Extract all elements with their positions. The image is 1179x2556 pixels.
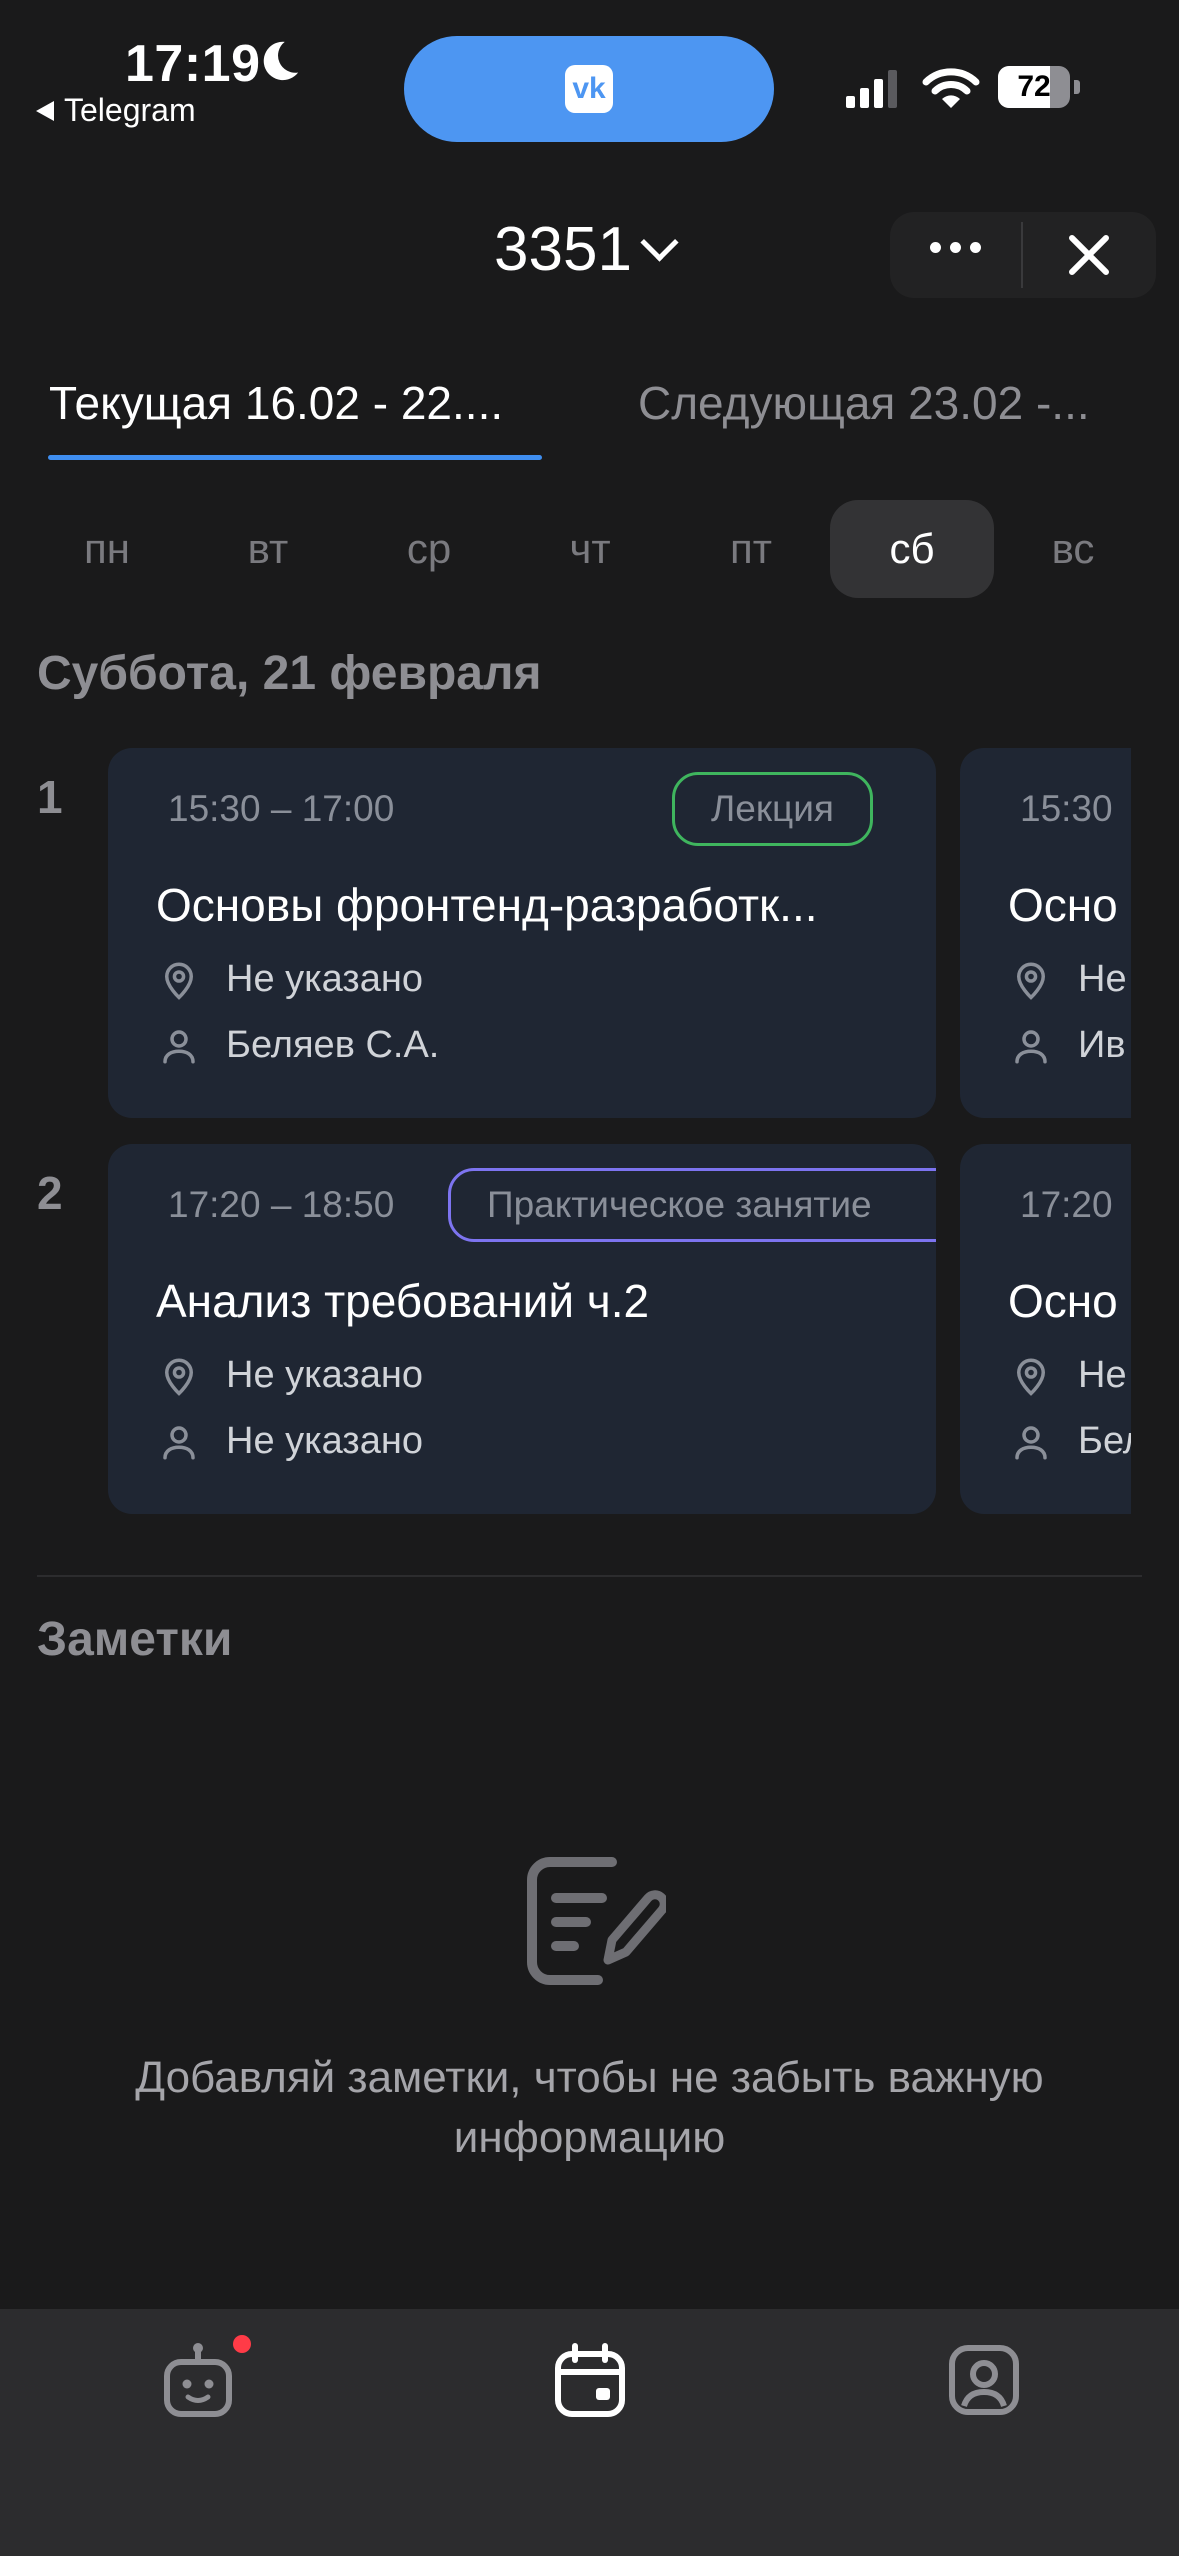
lesson-teacher: Ив xyxy=(1010,1024,1126,1067)
date-title: Суббота, 21 февраля xyxy=(37,647,542,700)
calendar-icon[interactable] xyxy=(550,2340,630,2420)
tab-underline xyxy=(48,455,542,460)
location-pin-icon xyxy=(164,962,194,1000)
profile-icon[interactable] xyxy=(944,2340,1024,2420)
location-pin-icon xyxy=(1016,962,1046,1000)
bot-icon[interactable] xyxy=(158,2340,238,2420)
day-sat[interactable]: сб xyxy=(830,500,994,598)
lesson-teacher: Не указано xyxy=(158,1420,423,1463)
day-tue[interactable]: вт xyxy=(186,500,350,598)
battery-tip xyxy=(1074,80,1080,94)
lesson-card[interactable]: 15:30 Осно Не Ив xyxy=(960,748,1131,1118)
header-divider xyxy=(1021,222,1023,288)
day-fri[interactable]: пт xyxy=(669,500,833,598)
tab-current-week[interactable]: Текущая 16.02 - 22.... xyxy=(49,376,503,430)
group-name: 3351 xyxy=(494,215,632,284)
lesson-card[interactable]: 17:20 – 18:50 Практическое занятие Анали… xyxy=(108,1144,936,1514)
location-pin-icon xyxy=(1016,1358,1046,1396)
lesson-number: 1 xyxy=(37,771,63,823)
more-icon[interactable] xyxy=(930,242,981,253)
vk-logo-icon: vk xyxy=(565,65,613,113)
lesson-time: 15:30 xyxy=(1020,788,1113,829)
lesson-teacher: Бел xyxy=(1010,1420,1131,1463)
lesson-card[interactable]: 15:30 – 17:00 Лекция Основы фронтенд-раз… xyxy=(108,748,936,1118)
status-time: 17:19 xyxy=(125,35,261,93)
group-selector[interactable]: 3351 xyxy=(494,214,679,285)
day-wed[interactable]: ср xyxy=(347,500,511,598)
person-icon xyxy=(163,1029,195,1063)
tab-next-week[interactable]: Следующая 23.02 -... xyxy=(638,376,1090,430)
close-icon[interactable] xyxy=(1064,230,1114,280)
lesson-title: Осно xyxy=(1008,879,1118,931)
lesson-card-peek-clip: 17:20 Осно Не Бел xyxy=(960,1144,1131,1514)
section-divider xyxy=(37,1575,1142,1577)
lesson-card[interactable]: 17:20 Осно Не Бел xyxy=(960,1144,1131,1514)
battery-percent: 72 xyxy=(1017,70,1051,103)
location-text: Не xyxy=(1078,1354,1127,1396)
back-label: Telegram xyxy=(64,92,196,128)
lesson-location: Не xyxy=(1010,958,1127,1001)
battery-indicator: 72 xyxy=(998,66,1082,108)
notification-badge xyxy=(233,2335,251,2353)
header-actions xyxy=(890,212,1156,298)
teacher-text: Бел xyxy=(1078,1420,1131,1462)
cellular-signal-icon xyxy=(846,70,897,108)
location-pin-icon xyxy=(164,1358,194,1396)
location-text: Не указано xyxy=(226,1354,423,1396)
lesson-location: Не указано xyxy=(158,958,423,1001)
lesson-location: Не xyxy=(1010,1354,1127,1397)
location-text: Не указано xyxy=(226,958,423,1000)
person-icon xyxy=(1015,1425,1047,1459)
lesson-title: Анализ требований ч.2 xyxy=(156,1275,650,1327)
lesson-time: 17:20 xyxy=(1020,1184,1113,1225)
day-thu[interactable]: чт xyxy=(508,500,672,598)
lesson-title: Основы фронтенд-разработк... xyxy=(156,879,818,931)
note-edit-icon xyxy=(527,1857,666,1985)
moon-icon xyxy=(263,41,299,81)
chevron-down-icon xyxy=(640,223,679,262)
notes-empty-text: Добавляй заметки, чтобы не забыть важную… xyxy=(135,2053,1044,2162)
lesson-title: Осно xyxy=(1008,1275,1118,1327)
teacher-text: Не указано xyxy=(226,1420,423,1462)
lesson-type-badge: Лекция xyxy=(672,772,873,846)
back-to-telegram[interactable]: Telegram xyxy=(36,92,196,129)
location-text: Не xyxy=(1078,958,1127,1000)
notes-title: Заметки xyxy=(37,1613,233,1666)
dynamic-island-vk[interactable]: vk xyxy=(404,36,774,142)
person-icon xyxy=(163,1425,195,1459)
wifi-icon xyxy=(922,68,980,108)
teacher-text: Беляев С.А. xyxy=(226,1024,440,1066)
teacher-text: Ив xyxy=(1078,1024,1126,1066)
back-arrow-icon xyxy=(36,100,54,121)
lesson-teacher: Беляев С.А. xyxy=(158,1024,439,1067)
lesson-card-peek-clip: 15:30 Осно Не Ив xyxy=(960,748,1131,1118)
lesson-type-badge: Практическое занятие xyxy=(448,1168,936,1242)
lesson-time: 17:20 – 18:50 xyxy=(168,1184,395,1225)
lesson-location: Не указано xyxy=(158,1354,423,1397)
person-icon xyxy=(1015,1029,1047,1063)
day-mon[interactable]: пн xyxy=(25,500,189,598)
day-sun[interactable]: вс xyxy=(991,500,1155,598)
lesson-time: 15:30 – 17:00 xyxy=(168,788,395,829)
lesson-number: 2 xyxy=(37,1167,63,1219)
